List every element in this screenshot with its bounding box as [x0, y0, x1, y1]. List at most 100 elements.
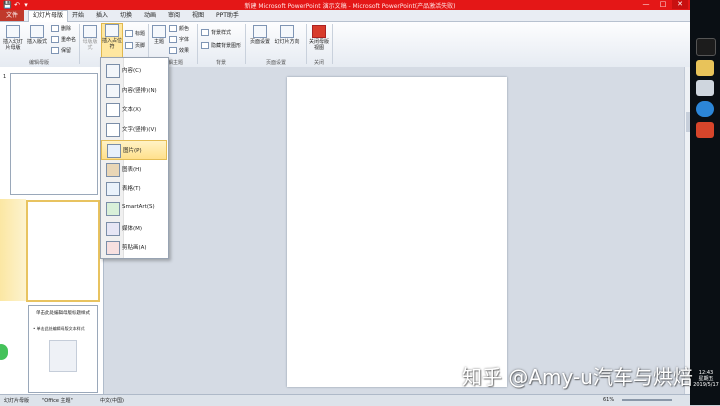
footer-checkbox[interactable]: 页脚	[125, 42, 145, 49]
menu-item-smartart[interactable]: SmartArt(S)	[101, 199, 167, 217]
window-title: 新建 Microsoft PowerPoint 演示文稿 - Microsoft…	[244, 3, 456, 10]
insert-layout-icon	[30, 25, 44, 38]
master-layout-icon	[83, 25, 97, 38]
powerpoint-icon[interactable]	[696, 122, 714, 138]
fonts-button[interactable]: 字体	[169, 36, 189, 43]
menu-item-label: 媒体(M)	[122, 225, 143, 232]
effects-button[interactable]: 效果	[169, 47, 189, 54]
undo-icon[interactable]: ↶	[13, 1, 21, 9]
slide-orientation-icon	[280, 25, 294, 38]
group-close-label: 关闭	[313, 60, 324, 66]
ribbon-separator	[332, 24, 333, 64]
minimize-button[interactable]: —	[638, 0, 654, 9]
taskbar-clock[interactable]: 12:43 星期五 2019/5/17	[692, 370, 720, 388]
maximize-button[interactable]: □	[655, 0, 671, 9]
menu-item-chart[interactable]: 图表(H)	[101, 160, 167, 178]
status-language: 中文(中国)	[100, 398, 124, 404]
insert-layout-label: 插入版式	[26, 39, 47, 45]
tab-animations[interactable]: 动画	[140, 11, 160, 21]
theme-button[interactable]: 主题	[151, 25, 167, 45]
layout-group-highlight	[0, 199, 26, 301]
menu-item-clipart[interactable]: 剪贴画(A)	[101, 238, 167, 256]
tab-slide-master[interactable]: 幻灯片母版	[28, 10, 69, 22]
app-icon[interactable]	[696, 38, 716, 56]
tab-home[interactable]: 开始	[68, 11, 88, 21]
clipart-icon	[106, 241, 120, 256]
tab-file[interactable]: 文件	[0, 10, 24, 21]
insert-slide-master-label: 插入幻灯片母版	[2, 39, 23, 51]
insert-layout-button[interactable]: 插入版式	[26, 25, 48, 45]
fonts-icon	[169, 36, 177, 43]
ribbon-separator	[306, 24, 307, 64]
effects-label: 效果	[179, 48, 190, 54]
preserve-button[interactable]: 保留	[51, 47, 71, 54]
preserve-label: 保留	[61, 48, 72, 54]
title-checkbox-box	[125, 30, 133, 37]
group-edit-master-label: 编辑母版	[28, 60, 49, 66]
tab-insert[interactable]: 插入	[92, 11, 112, 21]
zoom-slider[interactable]	[622, 399, 672, 401]
master-thumbnail[interactable]	[10, 73, 98, 195]
rename-button[interactable]: 重命名	[51, 36, 76, 43]
insert-placeholder-label: 插入占位符	[102, 38, 123, 50]
close-button[interactable]: ✕	[672, 0, 688, 9]
zoom-level[interactable]: 61%	[603, 397, 614, 403]
k-app-icon[interactable]	[696, 101, 714, 117]
menu-item-picture[interactable]: 图片(P)	[101, 139, 167, 160]
delete-button[interactable]: 删除	[51, 25, 71, 32]
title-checkbox-label: 标题	[135, 31, 146, 37]
background-styles-button[interactable]: 背景样式	[201, 29, 231, 36]
background-styles-label: 背景样式	[211, 30, 232, 36]
footer-checkbox-label: 页脚	[135, 43, 146, 49]
background-styles-icon	[201, 29, 209, 36]
menu-item-text-vertical[interactable]: 文字(竖排)(V)	[101, 120, 167, 138]
rename-icon	[51, 36, 59, 43]
menu-item-label: 内容(C)	[122, 68, 142, 74]
content-vertical-icon	[106, 83, 120, 98]
hide-bg-graphics-box	[201, 42, 209, 49]
effects-icon	[169, 47, 177, 54]
chart-icon	[106, 162, 120, 177]
ribbon-separator	[79, 24, 80, 64]
menu-item-text[interactable]: 文本(X)	[101, 100, 167, 118]
drive-icon[interactable]	[696, 80, 714, 96]
title-checkbox[interactable]: 标题	[125, 30, 145, 37]
insert-slide-master-icon	[6, 25, 20, 38]
tab-transitions[interactable]: 切换	[116, 11, 136, 21]
watermark: 知乎 @Amy-u汽车与烘焙	[462, 365, 693, 389]
slide-canvas[interactable]	[287, 77, 507, 387]
hide-bg-graphics-checkbox[interactable]: 隐藏背景图形	[201, 42, 241, 49]
theme-icon	[152, 25, 166, 38]
clock-date: 2019/5/17	[693, 382, 719, 388]
quick-access-dropdown-icon[interactable]: ▾	[22, 1, 30, 9]
slide-orientation-label: 幻灯片方向	[274, 39, 300, 45]
ribbon-separator	[245, 24, 246, 64]
tab-ppt-assistant[interactable]: PPT助手	[212, 11, 243, 21]
colors-label: 颜色	[179, 26, 190, 32]
menu-item-content[interactable]: 内容(C)	[101, 61, 167, 79]
tab-review[interactable]: 审阅	[164, 11, 184, 21]
master-layout-label: 母版版式	[82, 39, 98, 51]
group-page-setup-label: 页面设置	[265, 60, 286, 66]
ribbon-separator	[197, 24, 198, 64]
menu-item-content-vertical[interactable]: 内容(竖排)(N)	[101, 81, 167, 99]
insert-placeholder-button[interactable]: 插入占位符	[101, 23, 123, 59]
tab-view[interactable]: 视图	[188, 11, 208, 21]
menu-item-media[interactable]: 媒体(M)	[101, 219, 167, 237]
layout-thumbnail[interactable]: 单击此处编辑母版标题样式 • 单击此处编辑母版文本样式	[28, 305, 98, 393]
media-icon	[106, 221, 120, 236]
master-layout-button[interactable]: 母版版式	[81, 25, 99, 51]
page-setup-button[interactable]: 页面设置	[248, 25, 272, 45]
folder-icon[interactable]	[696, 60, 714, 76]
preserve-icon	[51, 47, 59, 54]
slide-orientation-button[interactable]: 幻灯片方向	[273, 25, 301, 45]
status-view: 幻灯片母版	[4, 398, 30, 404]
save-icon[interactable]: 💾	[3, 1, 12, 9]
layout-thumbnail[interactable]	[26, 200, 100, 302]
menu-item-table[interactable]: 表格(T)	[101, 179, 167, 197]
insert-slide-master-button[interactable]: 插入幻灯片母版	[2, 25, 24, 51]
text-icon	[106, 103, 120, 118]
fonts-label: 字体	[179, 37, 190, 43]
colors-button[interactable]: 颜色	[169, 25, 189, 32]
close-master-view-button[interactable]: 关闭母版视图	[308, 25, 330, 51]
